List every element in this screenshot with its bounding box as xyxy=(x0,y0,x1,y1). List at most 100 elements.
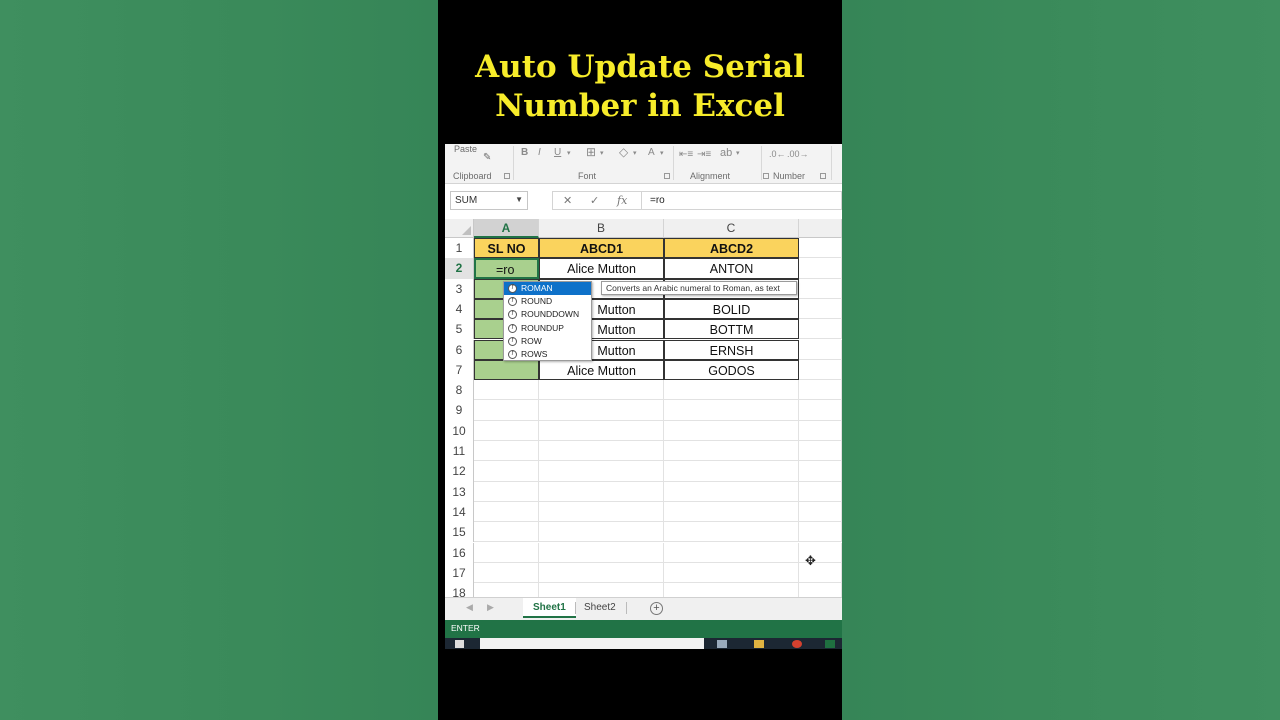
empty-cell[interactable] xyxy=(799,481,842,502)
empty-cell[interactable] xyxy=(474,522,539,543)
autocomplete-item-rows[interactable]: f ROWS xyxy=(504,348,591,361)
empty-cell[interactable] xyxy=(799,501,842,523)
orientation-dropdown-icon[interactable]: ▾ xyxy=(736,149,740,157)
empty-cell[interactable] xyxy=(799,359,842,381)
autocomplete-item-roman[interactable]: f ROMAN xyxy=(504,282,591,296)
empty-cell[interactable] xyxy=(799,238,842,259)
name-box-dropdown-icon[interactable]: ▼ xyxy=(515,195,523,204)
row-header[interactable]: 11 xyxy=(445,441,474,462)
empty-cell[interactable] xyxy=(664,542,799,563)
row-header[interactable]: 7 xyxy=(445,359,474,381)
empty-cell[interactable] xyxy=(664,461,799,482)
empty-cell[interactable] xyxy=(539,501,664,523)
underline-button[interactable]: U xyxy=(554,147,561,158)
fill-dropdown-icon[interactable]: ▾ xyxy=(633,149,637,157)
font-color-dropdown-icon[interactable]: ▾ xyxy=(660,149,664,157)
autocomplete-item-roundup[interactable]: f ROUNDUP xyxy=(504,322,591,335)
empty-cell[interactable] xyxy=(474,400,539,421)
empty-cell[interactable] xyxy=(474,501,539,523)
empty-cell[interactable] xyxy=(474,542,539,563)
row-header[interactable]: 5 xyxy=(445,319,474,340)
empty-cell[interactable] xyxy=(664,501,799,523)
autocomplete-item-rounddown[interactable]: f ROUNDDOWN xyxy=(504,308,591,321)
empty-cell[interactable] xyxy=(799,298,842,320)
cancel-formula-icon[interactable]: ✕ xyxy=(563,194,572,207)
empty-cell[interactable] xyxy=(539,400,664,421)
bold-button[interactable]: B xyxy=(521,147,528,158)
font-launcher-icon[interactable] xyxy=(664,173,670,179)
add-sheet-button[interactable]: + xyxy=(650,602,663,615)
column-header-b[interactable]: B xyxy=(539,219,664,238)
row-header[interactable]: 15 xyxy=(445,522,474,543)
underline-dropdown-icon[interactable]: ▾ xyxy=(567,149,571,157)
name-box[interactable]: SUM ▼ xyxy=(450,191,528,210)
column-header-d[interactable] xyxy=(799,219,842,238)
empty-cell[interactable] xyxy=(799,461,842,482)
decimal-increase-icon[interactable]: .0← xyxy=(769,149,786,159)
row-header[interactable]: 9 xyxy=(445,400,474,421)
cell-c5[interactable]: BOTTM xyxy=(664,319,799,340)
empty-cell[interactable] xyxy=(799,420,842,441)
row-header[interactable]: 8 xyxy=(445,380,474,401)
cell-a1[interactable]: SL NO xyxy=(474,238,539,259)
file-explorer-icon[interactable] xyxy=(754,640,764,648)
empty-cell[interactable] xyxy=(664,562,799,584)
cell-c7[interactable]: GODOS xyxy=(664,359,799,381)
empty-cell[interactable] xyxy=(799,278,842,299)
increase-indent-icon[interactable]: ⇥≡ xyxy=(697,149,711,160)
formula-input[interactable]: =ro xyxy=(642,191,842,210)
cell-a7[interactable] xyxy=(474,359,539,381)
enter-formula-icon[interactable]: ✓ xyxy=(590,194,599,207)
cell-b1[interactable]: ABCD1 xyxy=(539,238,664,259)
clipboard-launcher-icon[interactable] xyxy=(504,173,510,179)
cell-b2[interactable]: Alice Mutton xyxy=(539,258,664,279)
row-header[interactable]: 2 xyxy=(445,258,474,279)
empty-cell[interactable] xyxy=(539,481,664,502)
row-header[interactable]: 17 xyxy=(445,562,474,584)
empty-cell[interactable] xyxy=(474,461,539,482)
number-launcher-icon[interactable] xyxy=(820,173,826,179)
orientation-icon[interactable]: ab xyxy=(720,147,732,159)
empty-cell[interactable] xyxy=(799,400,842,421)
fill-color-icon[interactable]: ◇ xyxy=(619,145,628,159)
column-header-a[interactable]: A xyxy=(474,219,539,238)
empty-cell[interactable] xyxy=(799,522,842,543)
tab-sheet2[interactable]: Sheet2 xyxy=(574,598,626,618)
format-painter-icon[interactable]: ✎ xyxy=(483,152,491,163)
cell-c2[interactable]: ANTON xyxy=(664,258,799,279)
empty-cell[interactable] xyxy=(539,542,664,563)
autocomplete-item-round[interactable]: f ROUND xyxy=(504,295,591,308)
empty-cell[interactable] xyxy=(539,380,664,401)
task-view-icon[interactable] xyxy=(717,640,727,648)
empty-cell[interactable] xyxy=(664,420,799,441)
empty-cell[interactable] xyxy=(539,461,664,482)
row-header[interactable]: 10 xyxy=(445,420,474,441)
prev-sheet-icon[interactable]: ◀ xyxy=(466,602,473,613)
empty-cell[interactable] xyxy=(664,380,799,401)
active-cell-a2[interactable]: =ro xyxy=(474,258,539,279)
empty-cell[interactable] xyxy=(664,481,799,502)
row-header[interactable]: 1 xyxy=(445,238,474,259)
borders-icon[interactable]: ⊞ xyxy=(586,145,596,159)
empty-cell[interactable] xyxy=(664,522,799,543)
empty-cell[interactable] xyxy=(474,420,539,441)
empty-cell[interactable] xyxy=(799,380,842,401)
row-header[interactable]: 6 xyxy=(445,339,474,360)
row-header[interactable]: 3 xyxy=(445,278,474,299)
autocomplete-item-row[interactable]: f ROW xyxy=(504,335,591,348)
decimal-decrease-icon[interactable]: .00→ xyxy=(787,149,809,159)
excel-taskbar-icon[interactable] xyxy=(825,640,835,648)
font-color-button[interactable]: A xyxy=(648,147,655,158)
taskbar-search[interactable] xyxy=(480,638,704,649)
row-header[interactable]: 4 xyxy=(445,298,474,320)
insert-function-icon[interactable]: fx xyxy=(617,194,627,207)
row-header[interactable]: 13 xyxy=(445,481,474,502)
next-sheet-icon[interactable]: ▶ xyxy=(487,602,494,613)
empty-cell[interactable] xyxy=(799,339,842,360)
column-header-c[interactable]: C xyxy=(664,219,799,238)
empty-cell[interactable] xyxy=(474,562,539,584)
empty-cell[interactable] xyxy=(799,319,842,340)
empty-cell[interactable] xyxy=(474,380,539,401)
cell-c6[interactable]: ERNSH xyxy=(664,339,799,360)
row-header[interactable]: 14 xyxy=(445,501,474,523)
